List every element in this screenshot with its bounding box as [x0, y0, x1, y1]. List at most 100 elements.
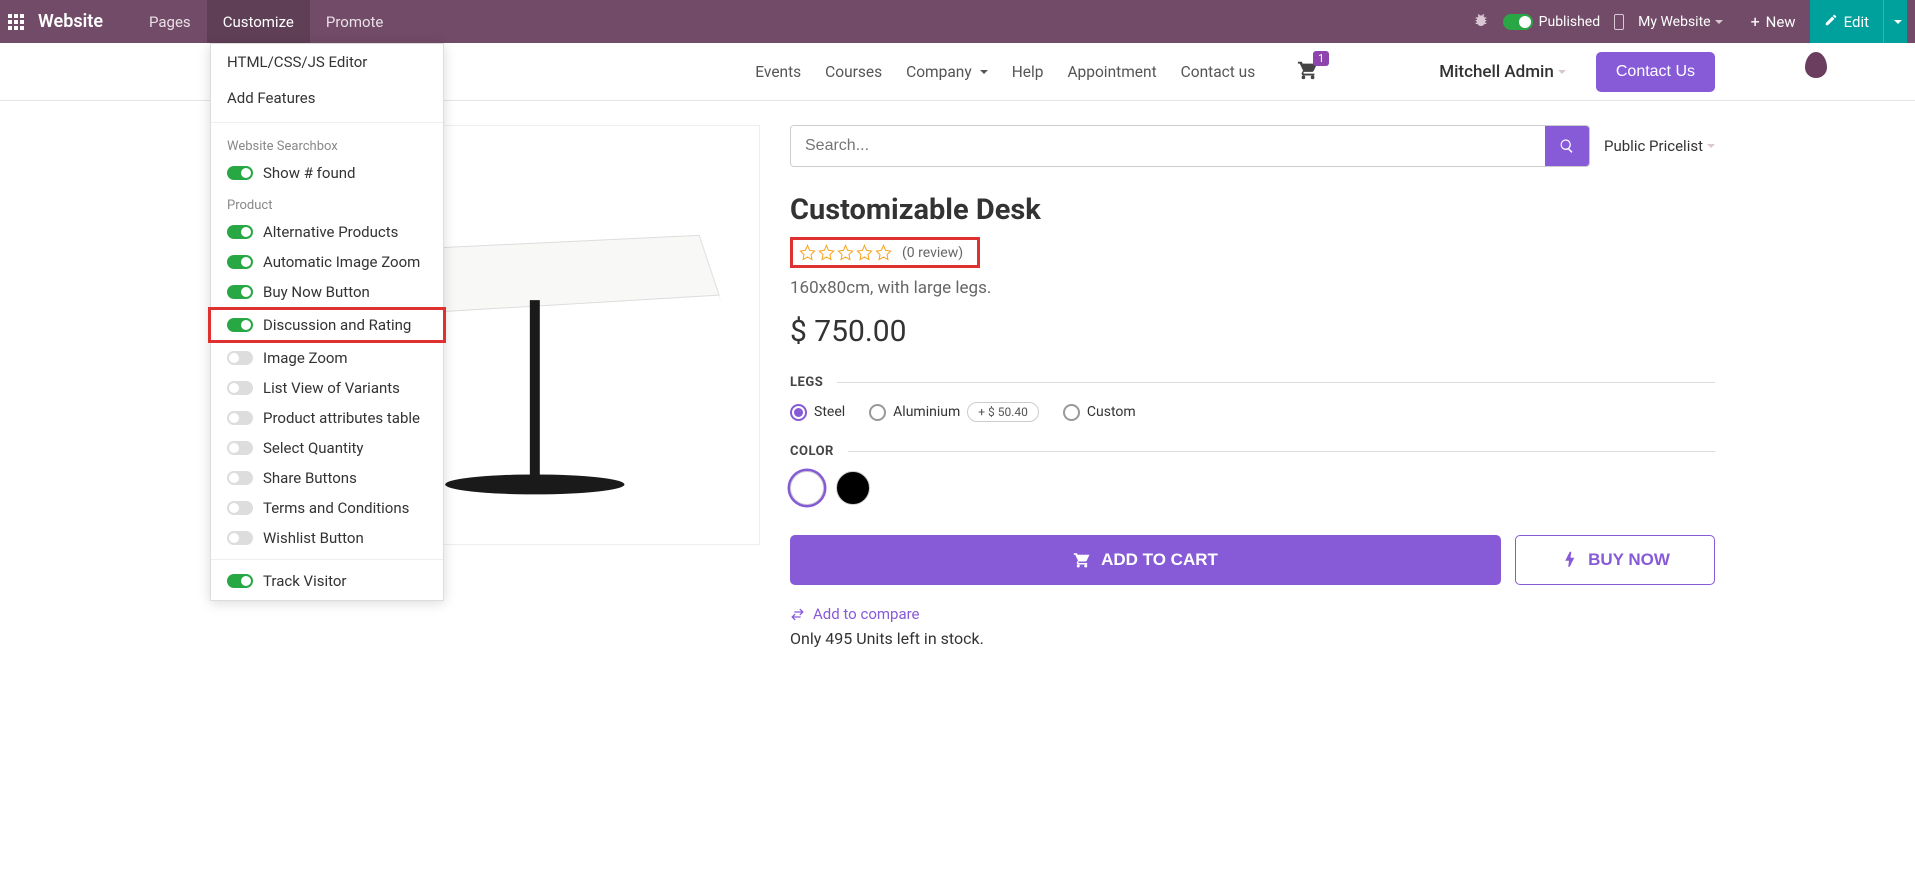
toggle-on-icon [227, 225, 253, 239]
star-icon [875, 244, 892, 261]
menu-customize[interactable]: Customize [207, 0, 310, 43]
divider [848, 451, 1715, 452]
nav-appointment[interactable]: Appointment [1067, 59, 1156, 85]
cm-label: Show # found [263, 164, 355, 182]
option-label: Custom [1087, 404, 1136, 420]
toggle-on-icon [227, 255, 253, 269]
cm-label: Select Quantity [263, 439, 364, 457]
cm-label: Image Zoom [263, 349, 348, 367]
toggle-off-icon [227, 501, 253, 515]
menu-pages[interactable]: Pages [133, 0, 207, 43]
product-title: Customizable Desk [790, 193, 1715, 227]
published-label: Published [1539, 14, 1600, 30]
buy-now-button[interactable]: BUY NOW [1515, 535, 1715, 585]
bug-icon[interactable] [1473, 12, 1489, 32]
plus-icon: + [1751, 12, 1760, 31]
edit-dropdown[interactable] [1883, 0, 1907, 43]
review-count: (0 review) [902, 245, 963, 261]
published-toggle[interactable]: Published [1503, 14, 1600, 30]
nav-events[interactable]: Events [755, 59, 801, 85]
toggle-off-icon [227, 441, 253, 455]
new-button[interactable]: +New [1737, 0, 1810, 43]
cm-label: Alternative Products [263, 223, 398, 241]
nav-company[interactable]: Company [906, 59, 988, 85]
search-box [790, 125, 1590, 167]
pencil-icon [1824, 13, 1838, 31]
pricelist-dropdown[interactable]: Public Pricelist [1604, 137, 1715, 155]
option-label: Aluminium [893, 404, 960, 420]
option-label: Steel [814, 404, 845, 420]
legs-custom[interactable]: Custom [1063, 404, 1136, 421]
add-to-cart-button[interactable]: ADD TO CART [790, 535, 1501, 585]
cm-label: Share Buttons [263, 469, 357, 487]
my-website-dropdown[interactable]: My Website [1638, 14, 1722, 30]
cm-track-visitor[interactable]: Track Visitor [211, 566, 443, 596]
cm-label: List View of Variants [263, 379, 400, 397]
cm-section-searchbox: Website Searchbox [211, 129, 443, 158]
nav-courses[interactable]: Courses [825, 59, 882, 85]
color-black[interactable] [836, 471, 870, 505]
menu-promote[interactable]: Promote [310, 0, 400, 43]
price-tag: + $ 50.40 [967, 402, 1039, 422]
color-options [790, 471, 1715, 505]
cm-label: Buy Now Button [263, 283, 370, 301]
toggle-on-icon [227, 285, 253, 299]
cart-icon [1073, 551, 1091, 569]
topbar: Website Pages Customize Promote Publishe… [0, 0, 1915, 43]
toggle-off-icon [227, 351, 253, 365]
compare-icon [790, 607, 805, 622]
cm-label: Terms and Conditions [263, 499, 409, 517]
star-icon [856, 244, 873, 261]
cm-toggle-terms-and-conditions[interactable]: Terms and Conditions [211, 493, 443, 523]
cm-toggle-share-buttons[interactable]: Share Buttons [211, 463, 443, 493]
nav-help[interactable]: Help [1012, 59, 1044, 85]
brand[interactable]: Website [38, 11, 103, 32]
cart-icon[interactable]: 1 [1297, 59, 1319, 85]
toggle-on-icon [1503, 14, 1533, 30]
cm-toggle-image-zoom[interactable]: Image Zoom [211, 343, 443, 373]
toggle-off-icon [227, 411, 253, 425]
cm-toggle-discussion-and-rating[interactable]: Discussion and Rating [208, 307, 446, 343]
cm-label: Discussion and Rating [263, 316, 411, 334]
cm-toggle-automatic-image-zoom[interactable]: Automatic Image Zoom [211, 247, 443, 277]
cm-add-features[interactable]: Add Features [211, 80, 443, 116]
product-price: $ 750.00 [790, 314, 1715, 349]
nav-contact[interactable]: Contact us [1181, 59, 1256, 85]
cm-show-found[interactable]: Show # found [211, 158, 443, 188]
cm-toggle-wishlist-button[interactable]: Wishlist Button [211, 523, 443, 553]
edit-button[interactable]: Edit [1810, 0, 1883, 43]
radio-icon [790, 404, 807, 421]
legs-steel[interactable]: Steel [790, 404, 845, 421]
action-buttons: ADD TO CART BUY NOW [790, 535, 1715, 585]
product-details: Public Pricelist Customizable Desk (0 re… [790, 125, 1715, 648]
add-to-compare[interactable]: Add to compare [790, 605, 1715, 623]
stars [799, 244, 892, 261]
site-nav: Events Courses Company Help Appointment … [755, 59, 1319, 85]
cm-toggle-select-quantity[interactable]: Select Quantity [211, 433, 443, 463]
search-input[interactable] [791, 126, 1545, 166]
toggle-on-icon [227, 166, 253, 180]
bolt-icon [1560, 551, 1578, 569]
color-label-row: COLOR [790, 444, 1715, 459]
customize-dropdown: HTML/CSS/JS Editor Add Features Website … [210, 43, 444, 601]
cm-toggle-product-attributes-table[interactable]: Product attributes table [211, 403, 443, 433]
mobile-icon[interactable] [1614, 14, 1624, 30]
cm-toggle-alternative-products[interactable]: Alternative Products [211, 217, 443, 247]
search-row: Public Pricelist [790, 125, 1715, 167]
cm-label: Automatic Image Zoom [263, 253, 420, 271]
contact-us-button[interactable]: Contact Us [1596, 52, 1715, 92]
cm-toggle-buy-now-button[interactable]: Buy Now Button [211, 277, 443, 307]
divider [211, 122, 443, 123]
cm-toggle-list-view-of-variants[interactable]: List View of Variants [211, 373, 443, 403]
product-description: 160x80cm, with large legs. [790, 278, 1715, 298]
legs-aluminium[interactable]: Aluminium + $ 50.40 [869, 402, 1039, 422]
toggle-on-icon [227, 318, 253, 332]
cm-html-editor[interactable]: HTML/CSS/JS Editor [211, 44, 443, 80]
rating-box[interactable]: (0 review) [790, 237, 980, 268]
search-button[interactable] [1545, 126, 1589, 166]
toggle-off-icon [227, 531, 253, 545]
apps-icon[interactable] [8, 14, 24, 30]
user-dropdown[interactable]: Mitchell Admin [1439, 62, 1566, 82]
color-white[interactable] [790, 471, 824, 505]
cm-label: Product attributes table [263, 409, 420, 427]
